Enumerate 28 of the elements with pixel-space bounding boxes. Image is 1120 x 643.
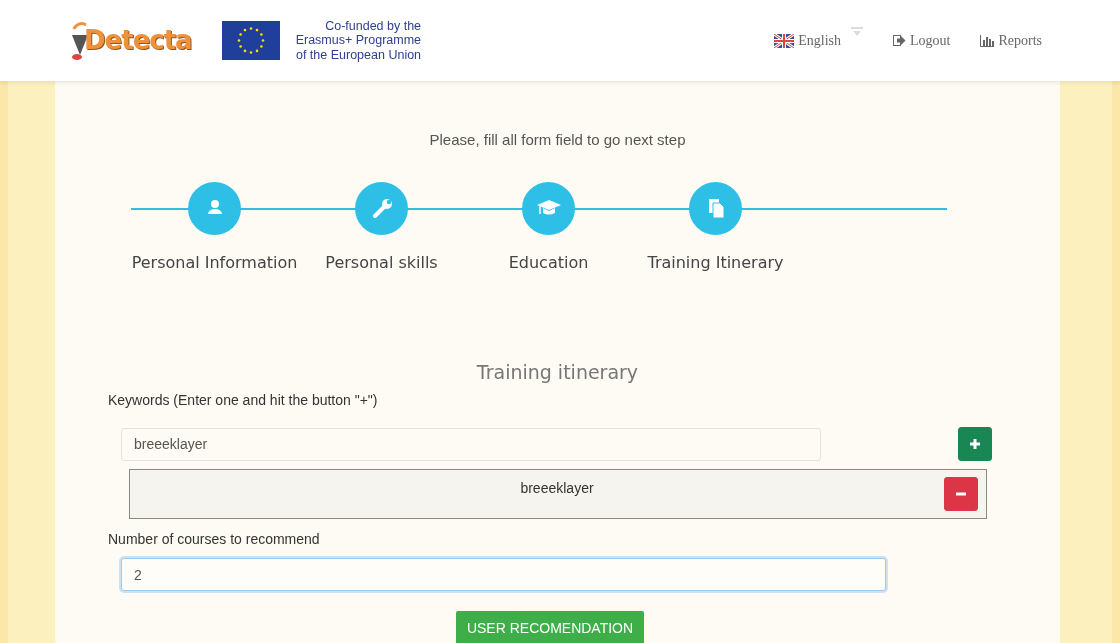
plus-icon bbox=[970, 439, 980, 449]
logout-link[interactable]: Logout bbox=[910, 30, 951, 51]
logout-icon bbox=[893, 35, 906, 46]
minus-icon bbox=[956, 492, 966, 496]
instruction-text: Please, fill all form field to go next step bbox=[428, 130, 687, 150]
step-label: Education bbox=[508, 251, 589, 274]
wrench-step-button[interactable] bbox=[355, 181, 408, 235]
step-label: Training Itinerary bbox=[647, 251, 784, 274]
field-label: Number of courses to recommend bbox=[108, 530, 321, 549]
courses-input[interactable]: 2 bbox=[121, 558, 886, 591]
uk-flag-icon bbox=[774, 33, 795, 48]
section-title: Training itinerary bbox=[475, 359, 640, 385]
bar-chart-icon bbox=[980, 34, 995, 47]
remove-keyword-button[interactable] bbox=[944, 477, 978, 511]
eu-cofunding-text: Co-funded by the Erasmus+ Programme of the European Union bbox=[295, 18, 422, 63]
step-label: Personal Information bbox=[131, 251, 298, 274]
language-link[interactable]: English bbox=[798, 30, 841, 51]
document-step-button[interactable] bbox=[689, 181, 742, 235]
logo-text: Detecta bbox=[84, 24, 192, 57]
keyword-input[interactable]: breeeklayer bbox=[121, 427, 821, 461]
add-keyword-button[interactable] bbox=[958, 427, 992, 461]
cap-step-button[interactable] bbox=[522, 181, 575, 235]
step-label: Personal skills bbox=[325, 251, 438, 274]
keyword-text: breeeklayer bbox=[519, 478, 595, 498]
person-step-button[interactable] bbox=[188, 181, 241, 235]
reports-link[interactable]: Reports bbox=[998, 30, 1042, 51]
eu-flag-icon bbox=[221, 21, 280, 60]
field-label: Keywords (Enter one and hit the button "+") bbox=[108, 391, 379, 410]
